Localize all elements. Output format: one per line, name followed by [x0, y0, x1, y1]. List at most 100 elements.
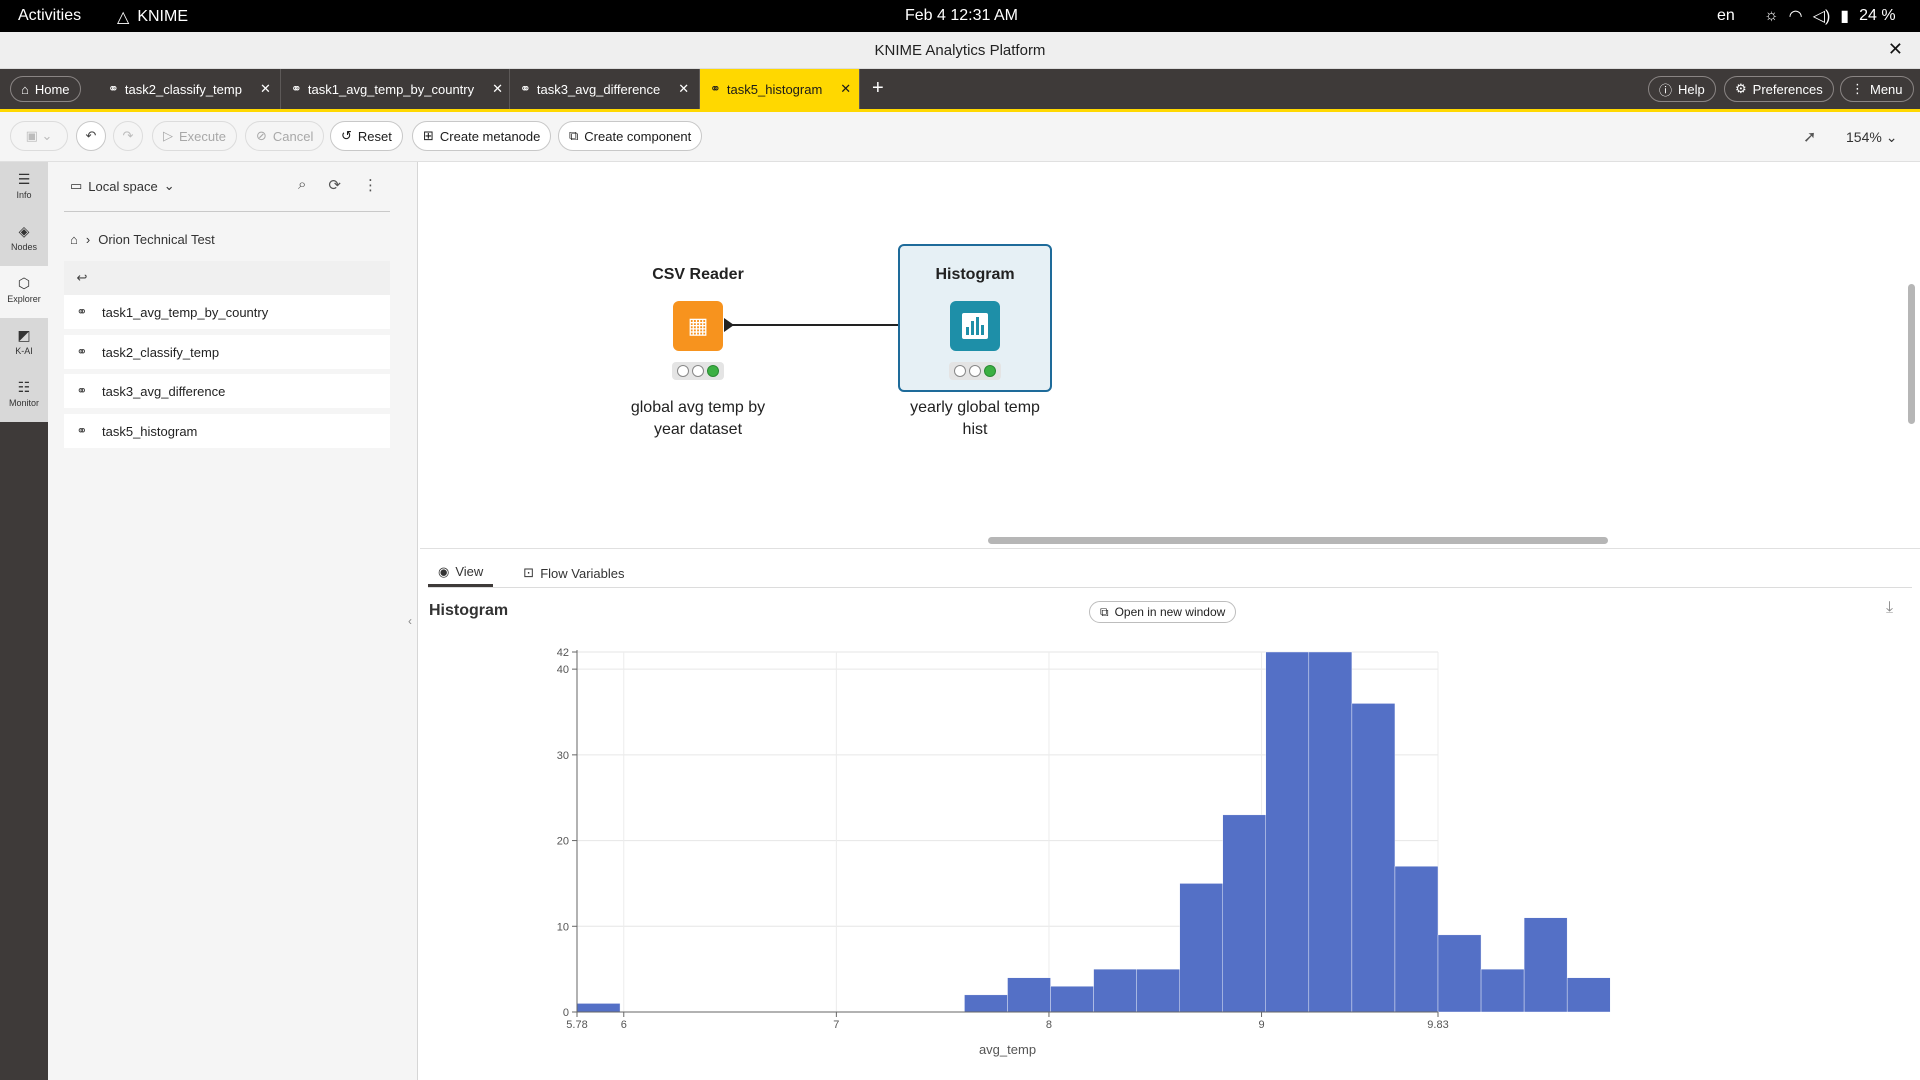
new-tab-icon[interactable]: +	[872, 77, 884, 100]
battery-icon: ▮	[1840, 8, 1850, 25]
back-row[interactable]: ↩	[64, 261, 390, 295]
chart-bars	[576, 651, 1611, 1013]
rail-label: Info	[16, 190, 32, 200]
histogram-bar[interactable]	[1437, 934, 1482, 1013]
list-item[interactable]: ⚭ task2_classify_temp	[64, 335, 390, 369]
create-component-button[interactable]: ⧉ Create component	[558, 121, 703, 151]
histogram-bar[interactable]	[1050, 986, 1094, 1013]
clock[interactable]: Feb 4 12:31 AM	[905, 7, 1018, 25]
histogram-bar[interactable]	[1351, 703, 1396, 1013]
histogram-bar[interactable]	[1093, 968, 1137, 1013]
tab-task1-avg-temp-by-country[interactable]: ⚭ task1_avg_temp_by_country ✕	[281, 69, 510, 109]
gear-icon: ⚙	[1735, 81, 1747, 96]
undo-icon: ↶	[85, 128, 97, 143]
histogram-bar[interactable]	[964, 994, 1008, 1013]
histogram-bar[interactable]	[1523, 917, 1568, 1013]
chevron-down-icon: ⌄	[163, 178, 175, 193]
help-button[interactable]: ⓘ Help	[1648, 76, 1716, 102]
histogram-bar[interactable]	[1136, 968, 1180, 1013]
save-icon: ▣	[25, 128, 38, 143]
rail-item-info[interactable]: ☰ Info	[0, 162, 48, 214]
histogram-bar[interactable]	[1566, 977, 1611, 1013]
undo-button[interactable]: ↶	[76, 121, 106, 151]
scrollbar-thumb[interactable]	[1908, 284, 1915, 424]
info-icon: ☰	[17, 171, 31, 187]
rail-item-nodes[interactable]: ◈ Nodes	[0, 214, 48, 266]
workflow-icon: ⚭	[710, 81, 721, 96]
workflow-canvas[interactable]: CSV Reader ▦ global avg temp by year dat…	[420, 162, 1902, 534]
system-tray[interactable]: ☼ ◠ ◁) ▮ 24 %	[1764, 6, 1896, 26]
cancel-button[interactable]: ⊘ Cancel	[245, 121, 325, 151]
list-item[interactable]: ⚭ task3_avg_difference	[64, 374, 390, 408]
preferences-label: Preferences	[1752, 81, 1823, 97]
tab-task2-classify-temp[interactable]: ⚭ task2_classify_temp ✕	[98, 69, 281, 109]
create-metanode-button[interactable]: ⊞ Create metanode	[412, 121, 552, 151]
histogram-chart: 0 10 20 30 40 42 5.78 6 7 8 9 9.83 avg_temp	[557, 647, 1611, 1057]
canvas-vertical-scrollbar[interactable]	[1902, 162, 1920, 534]
histogram-bar[interactable]	[1265, 651, 1310, 1013]
reset-button[interactable]: ↺ Reset	[330, 121, 403, 151]
rail-item-kai[interactable]: ◩ K-AI	[0, 318, 48, 370]
histogram-bar[interactable]	[1222, 814, 1266, 1013]
pointer-mode-icon[interactable]: ➚	[1803, 127, 1816, 147]
canvas-horizontal-scrollbar[interactable]	[420, 534, 1902, 546]
histogram-bar[interactable]	[1308, 651, 1353, 1013]
home-icon: ⌂	[21, 81, 29, 97]
execute-icon: ▷	[163, 128, 173, 143]
space-label: Local space	[88, 178, 158, 194]
close-tab-icon[interactable]: ✕	[678, 81, 689, 97]
menu-button[interactable]: ⋮ Menu	[1840, 76, 1914, 102]
histogram-bar[interactable]	[1179, 883, 1223, 1013]
close-tab-icon[interactable]: ✕	[260, 81, 271, 97]
list-item[interactable]: ⚭ task1_avg_temp_by_country	[64, 295, 390, 329]
app-menu[interactable]: △ KNIME	[117, 7, 188, 27]
scrollbar-thumb[interactable]	[988, 537, 1608, 544]
close-tab-icon[interactable]: ✕	[492, 81, 503, 97]
rail-item-explorer[interactable]: ⬡ Explorer	[0, 266, 48, 318]
histogram-bar[interactable]	[576, 1003, 621, 1013]
back-arrow-icon: ↩	[76, 270, 88, 285]
save-button[interactable]: ▣ ⌄	[10, 121, 68, 151]
histogram-bar[interactable]	[1480, 968, 1525, 1013]
local-space-icon: ▭	[70, 178, 83, 193]
language-indicator[interactable]: en	[1717, 7, 1735, 25]
list-item[interactable]: ⚭ task5_histogram	[64, 414, 390, 448]
workflow-icon: ⚭	[76, 304, 88, 319]
histogram-node[interactable]	[950, 301, 1000, 351]
y-tick-label: 20	[557, 836, 569, 848]
rail-label: K-AI	[15, 346, 33, 356]
home-tab[interactable]: ⌂ Home	[10, 76, 81, 102]
kebab-menu-icon[interactable]: ⋮	[363, 176, 378, 194]
close-tab-icon[interactable]: ✕	[840, 81, 851, 97]
explorer-icon: ⬡	[17, 275, 31, 291]
space-selector[interactable]: ▭ Local space ⌄	[70, 178, 175, 194]
breadcrumb-item[interactable]: Orion Technical Test	[98, 232, 215, 247]
x-tick-label: 9	[1258, 1019, 1264, 1031]
x-tick-label: 9.83	[1427, 1019, 1448, 1031]
execute-button[interactable]: ▷ Execute	[152, 121, 237, 151]
refresh-icon[interactable]: ⟳	[328, 176, 341, 194]
window-close-icon[interactable]: ✕	[1888, 39, 1903, 60]
tab-task5-histogram[interactable]: ⚭ task5_histogram ✕	[700, 69, 860, 109]
tab-task3-avg-difference[interactable]: ⚭ task3_avg_difference ✕	[510, 69, 700, 109]
y-tick-label: 10	[557, 921, 569, 933]
activities-button[interactable]: Activities	[18, 7, 81, 25]
workflow-icon: ⚭	[76, 344, 88, 359]
output-port[interactable]	[724, 318, 734, 332]
collapse-panel-icon[interactable]: ‹	[408, 614, 412, 628]
histogram-bar[interactable]	[1394, 866, 1439, 1013]
system-top-bar: Activities △ KNIME Feb 4 12:31 AM en ☼ ◠…	[0, 0, 1920, 32]
nodes-icon: ◈	[18, 223, 30, 239]
rail-item-monitor[interactable]: ☷ Monitor	[0, 370, 48, 422]
redo-button[interactable]: ↷	[113, 121, 143, 151]
workflow-icon: ⚭	[291, 81, 302, 96]
side-rail: ☰ Info ◈ Nodes ⬡ Explorer ◩ K-AI ☷ Monit…	[0, 162, 48, 1080]
home-icon[interactable]: ⌂	[70, 232, 78, 247]
histogram-bar[interactable]	[1007, 977, 1051, 1013]
preferences-button[interactable]: ⚙ Preferences	[1724, 76, 1834, 102]
node-title-histogram[interactable]: Histogram	[895, 266, 1055, 284]
search-icon[interactable]: ⌕	[298, 176, 306, 194]
zoom-select[interactable]: 154% ⌄	[1846, 129, 1897, 146]
node-label-histogram[interactable]: yearly global temp hist	[885, 397, 1065, 441]
kai-icon: ◩	[17, 327, 31, 343]
